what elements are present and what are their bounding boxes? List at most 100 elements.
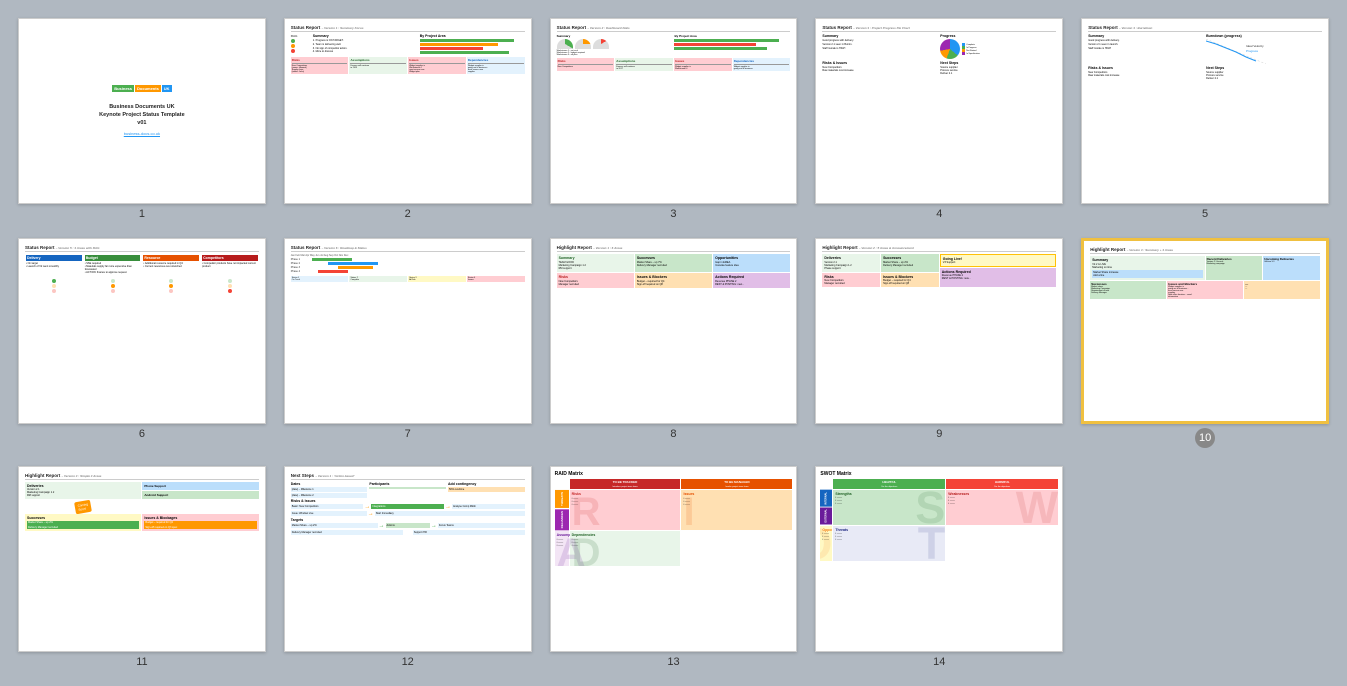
s7-status-4: Status 4Issues — [467, 276, 525, 282]
s8-opps: Opportunities — [715, 256, 788, 260]
slide-6[interactable]: Status Report – Version 5 : 4 Areas with… — [18, 238, 266, 424]
slide-number-9: 9 — [936, 428, 942, 440]
slide-9-title: Highlight Report – Version 2 : 5 Areas &… — [822, 245, 1056, 252]
assumptions-label: Assumptions — [350, 58, 406, 62]
slide-1-link[interactable]: business-docs.co.uk — [124, 131, 160, 136]
issues-content: Widget supplier isWorkstream 4must sourc… — [409, 65, 465, 73]
s7-bars: Phase 1 Phase 2 Phase 3 — [291, 258, 525, 273]
s12-ri-title: Risks & Issues — [291, 499, 525, 503]
s14-harmful-label: HARMFULFor the objectives — [946, 479, 1058, 489]
s10-summary-content: V2.2 is LIVEMarketing on time — [1092, 263, 1202, 269]
slide-number-3: 3 — [670, 208, 676, 220]
s13-header-manage: TO BE MANAGEDInvolve project team items — [681, 479, 792, 489]
s11-android-label: Android Support — [144, 493, 256, 497]
s12-ri2-result: Start Immediacy — [375, 511, 525, 516]
s12-contingency: Add contingency 50% overtime — [448, 482, 525, 498]
s8-actions: Actions Required — [715, 275, 788, 279]
slide-4[interactable]: Status Report – Version 3 : Project Prog… — [815, 18, 1063, 204]
s4-progress-title: Progress — [940, 34, 1056, 38]
s3-gauges — [557, 39, 673, 49]
slide-14[interactable]: SWOT Matrix HELPFULFor the objectives HA… — [815, 466, 1063, 652]
slide-9[interactable]: Highlight Report – Version 2 : 5 Areas &… — [815, 238, 1063, 424]
s11-signoff: Sign-off required on Q3 spec — [144, 525, 256, 529]
s13-i-cell: Issues • ——• ——• —— I — [681, 490, 792, 530]
slide-wrapper-3: Status Report – Version 2 : Dashboard Di… — [550, 18, 798, 220]
s6-competitors-content: • Competitor products have not impacted … — [202, 262, 258, 268]
slide-4-title: Status Report – Version 3 : Project Prog… — [822, 25, 1056, 32]
s6-budget-content: • SSE required• Materials supply far mor… — [85, 262, 141, 274]
s9-deliveries: Deliveries — [824, 256, 878, 260]
slide-grid: Business Documents UK Business Documents… — [0, 0, 1347, 686]
s12-targets: Targets Market Share – up 2% → Actions →… — [291, 518, 525, 535]
s6-competitors: Competitors — [202, 255, 258, 261]
slide-wrapper-1: Business Documents UK Business Documents… — [18, 18, 266, 220]
slide-3-title: Status Report – Version 2 : Dashboard Di… — [557, 25, 791, 32]
svg-text:Ideal Velocity: Ideal Velocity — [1246, 44, 1264, 48]
slide-3[interactable]: Status Report – Version 2 : Dashboard Di… — [550, 18, 798, 204]
s5-burndown-title: Burndown (progress) — [1206, 34, 1322, 38]
s10-success-content: Market shareMarketing Campaign:Requireme… — [1091, 286, 1165, 294]
s14-header: HELPFULFor the objectives HARMFULFor the… — [820, 479, 1058, 489]
s8-risks: Risks — [559, 275, 632, 279]
slide-8-title: Highlight Report – Version 1 : 6 Areas — [557, 245, 791, 252]
s14-s-content: • ——• ——• —— — [835, 496, 943, 505]
slide-wrapper-4: Status Report – Version 3 : Project Prog… — [815, 18, 1063, 220]
s7-phase3: Phase 3 — [291, 266, 311, 269]
slide-11-title: Highlight Report – Version 4 : Simple 4 … — [25, 473, 259, 480]
s9-issues-content: Budget – required for Q4Sign-off require… — [883, 279, 937, 285]
slide-13[interactable]: RAID Matrix TO BE TRACKEDIntroduce proje… — [550, 466, 798, 652]
slide-10[interactable]: Highlight Report – Version 3 : Summary +… — [1081, 238, 1329, 424]
s7-phase4: Phase 4 — [291, 270, 311, 273]
s8-risks-content: New CompetitorsManager recruited — [559, 280, 632, 286]
slide-12[interactable]: Next Steps – Version 1 : 'Action-based' … — [284, 466, 532, 652]
dependencies-content: Widget supplier isgoing out of business … — [468, 65, 524, 73]
s4-risks-title: Risks & Issues — [822, 61, 938, 65]
s9-actions: Actions Required Revenue PHASE 2REST & P… — [940, 268, 1056, 287]
slide-wrapper-12: Next Steps – Version 1 : 'Action-based' … — [284, 466, 532, 668]
s11-suc-title: Successes — [27, 516, 139, 520]
s12-part-title: Participants — [369, 482, 446, 486]
s4-legend: Complete In Progress Not Started In Spec… — [962, 43, 980, 55]
logo: Business Documents UK — [112, 85, 171, 92]
slide-wrapper-8: Highlight Report – Version 1 : 6 Areas S… — [550, 238, 798, 448]
s9-actions-content: Revenue PHASE 2REST & POSTING: new... — [942, 274, 1054, 280]
issues-label: Issues — [409, 58, 465, 62]
s13-r-letter: R — [572, 492, 601, 532]
s12-arrow1: → — [364, 504, 370, 510]
bottom-sections: Risks New Competitors(owner: Howard)Supp… — [291, 57, 525, 74]
summary-label: Summary — [313, 34, 418, 38]
s8-top-grid: Summary TEAM GOODMarketing Campaign 1.2R… — [557, 254, 791, 272]
s14-body: INTERNAL EXTERNAL Strengths • ——• ——• ——… — [820, 490, 1058, 561]
s11-del-manager: Delivery Manager recruited — [27, 525, 139, 529]
s12-risks-issues: Risks & Issues Basic: New Competitors → … — [291, 499, 525, 517]
s10-risks: — —— — [1244, 281, 1320, 299]
slide-7[interactable]: Status Report – Version 6 : Roadmap & St… — [284, 238, 532, 424]
s8-actions-content: Revenue PHASE 2REST & POSTING: new... — [715, 280, 788, 286]
s9-deliveries-content: Version 2.1Marketing Campaign 1.2Phase s… — [824, 261, 878, 270]
slide-11[interactable]: Highlight Report – Version 4 : Simple 4 … — [18, 466, 266, 652]
slide-wrapper-6: Status Report – Version 5 : 4 Areas with… — [18, 238, 266, 448]
assumptions-content: Finance will continueto 2013 — [350, 65, 406, 69]
slide-5[interactable]: Status Report – Version 4 : Burndown Sum… — [1081, 18, 1329, 204]
slide-10-title: Highlight Report – Version 3 : Summary +… — [1090, 247, 1320, 254]
s14-internal-label: INTERNAL — [820, 490, 832, 507]
s12-target2: Delivery Manager recruited — [291, 530, 403, 535]
slide-wrapper-14: SWOT Matrix HELPFULFor the objectives HA… — [815, 466, 1063, 668]
slide-number-12: 12 — [402, 656, 414, 668]
s6-resource-content: • Additional resource required in Q4• Cu… — [143, 262, 199, 268]
summary-content: 1. Progress is ON TARGET. 2. Team is del… — [313, 39, 418, 54]
s14-helpful-label: HELPFULFor the objectives — [833, 479, 945, 489]
s12-ri1-action: Integrations — [371, 504, 444, 509]
s13-header: TO BE TRACKEDIntroduce project team item… — [555, 479, 793, 489]
s14-t-content: • ——• ——• —— — [835, 532, 943, 541]
s4-summary-content: Good progress with delivery. Version 2.1… — [822, 39, 938, 50]
slide-1[interactable]: Business Documents UK Business Documents… — [18, 18, 266, 204]
s3-deps: Dependencies — [734, 59, 790, 63]
s11-market-share: Market Share – up 2% — [27, 521, 139, 525]
rag-label: RAG — [291, 34, 311, 38]
slide-8[interactable]: Highlight Report – Version 1 : 6 Areas S… — [550, 238, 798, 424]
slide-2[interactable]: Status Report – Version 1 : Summary Focu… — [284, 18, 532, 204]
s10-successes: Successes Market shareMarketing Campaign… — [1090, 281, 1166, 299]
s3-issues: Issues — [675, 59, 731, 63]
slide-number-7: 7 — [405, 428, 411, 440]
